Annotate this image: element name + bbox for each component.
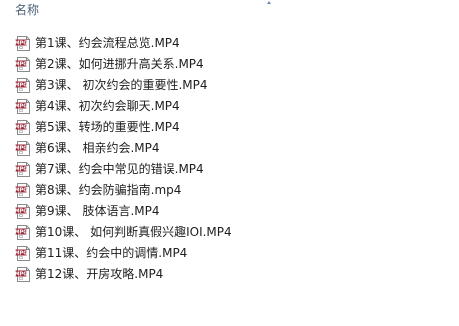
mp4-file-icon: MPG [15,99,31,114]
file-list: MPG 第1课、约会流程总览.MP4 MPG 第2课、如何进挪升高关系.MP4 MPG 第… [0,34,459,286]
mp4-icon-label: MPG [15,209,27,215]
mp4-file-icon: MPG [15,78,31,93]
file-row[interactable]: MPG 第7课、约会中常见的错误.MP4 [0,160,459,179]
file-name: 第8课、约会防骗指南.mp4 [35,183,182,197]
file-name: 第12课、开房攻略.MP4 [35,267,164,281]
mp4-icon-label: MPG [15,62,27,68]
file-row[interactable]: MPG 第10课、 如何判断真假兴趣IOI.MP4 [0,223,459,242]
mp4-file-icon: MPG [15,267,31,282]
mp4-file-icon: MPG [15,120,31,135]
mp4-icon-label: MPG [15,41,27,47]
file-name: 第7课、约会中常见的错误.MP4 [35,162,204,176]
column-header: 名称 [0,0,459,22]
mp4-file-icon: MPG [15,183,31,198]
mp4-file-icon: MPG [15,204,31,219]
mp4-icon-label: MPG [15,251,27,257]
mp4-icon-label: MPG [15,230,27,236]
file-name: 第3课、 初次约会的重要性.MP4 [35,78,208,92]
file-row[interactable]: MPG 第12课、开房攻略.MP4 [0,265,459,284]
mp4-icon-label: MPG [15,83,27,89]
sort-ascending-icon [267,1,271,4]
file-row[interactable]: MPG 第2课、如何进挪升高关系.MP4 [0,55,459,74]
mp4-icon-label: MPG [15,146,27,152]
mp4-icon-label: MPG [15,167,27,173]
mp4-icon-label: MPG [15,125,27,131]
mp4-icon-label: MPG [15,272,27,278]
file-row[interactable]: MPG 第9课、 肢体语言.MP4 [0,202,459,221]
file-name: 第11课、约会中的调情.MP4 [35,246,188,260]
file-name: 第1课、约会流程总览.MP4 [35,36,180,50]
mp4-file-icon: MPG [15,162,31,177]
file-row[interactable]: MPG 第1课、约会流程总览.MP4 [0,34,459,53]
file-name: 第5课、转场的重要性.MP4 [35,120,180,134]
mp4-file-icon: MPG [15,246,31,261]
file-name: 第9课、 肢体语言.MP4 [35,204,160,218]
mp4-icon-label: MPG [15,188,27,194]
mp4-file-icon: MPG [15,36,31,51]
mp4-file-icon: MPG [15,57,31,72]
mp4-icon-label: MPG [15,104,27,110]
file-row[interactable]: MPG 第3课、 初次约会的重要性.MP4 [0,76,459,95]
mp4-file-icon: MPG [15,225,31,240]
file-row[interactable]: MPG 第4课、初次约会聊天.MP4 [0,97,459,116]
file-row[interactable]: MPG 第5课、转场的重要性.MP4 [0,118,459,137]
file-name: 第2课、如何进挪升高关系.MP4 [35,57,204,71]
file-row[interactable]: MPG 第6课、 相亲约会.MP4 [0,139,459,158]
file-row[interactable]: MPG 第11课、约会中的调情.MP4 [0,244,459,263]
file-name: 第10课、 如何判断真假兴趣IOI.MP4 [35,225,232,239]
file-name: 第4课、初次约会聊天.MP4 [35,99,180,113]
file-row[interactable]: MPG 第8课、约会防骗指南.mp4 [0,181,459,200]
file-name: 第6课、 相亲约会.MP4 [35,141,160,155]
name-column-header[interactable]: 名称 [15,3,39,17]
mp4-file-icon: MPG [15,141,31,156]
